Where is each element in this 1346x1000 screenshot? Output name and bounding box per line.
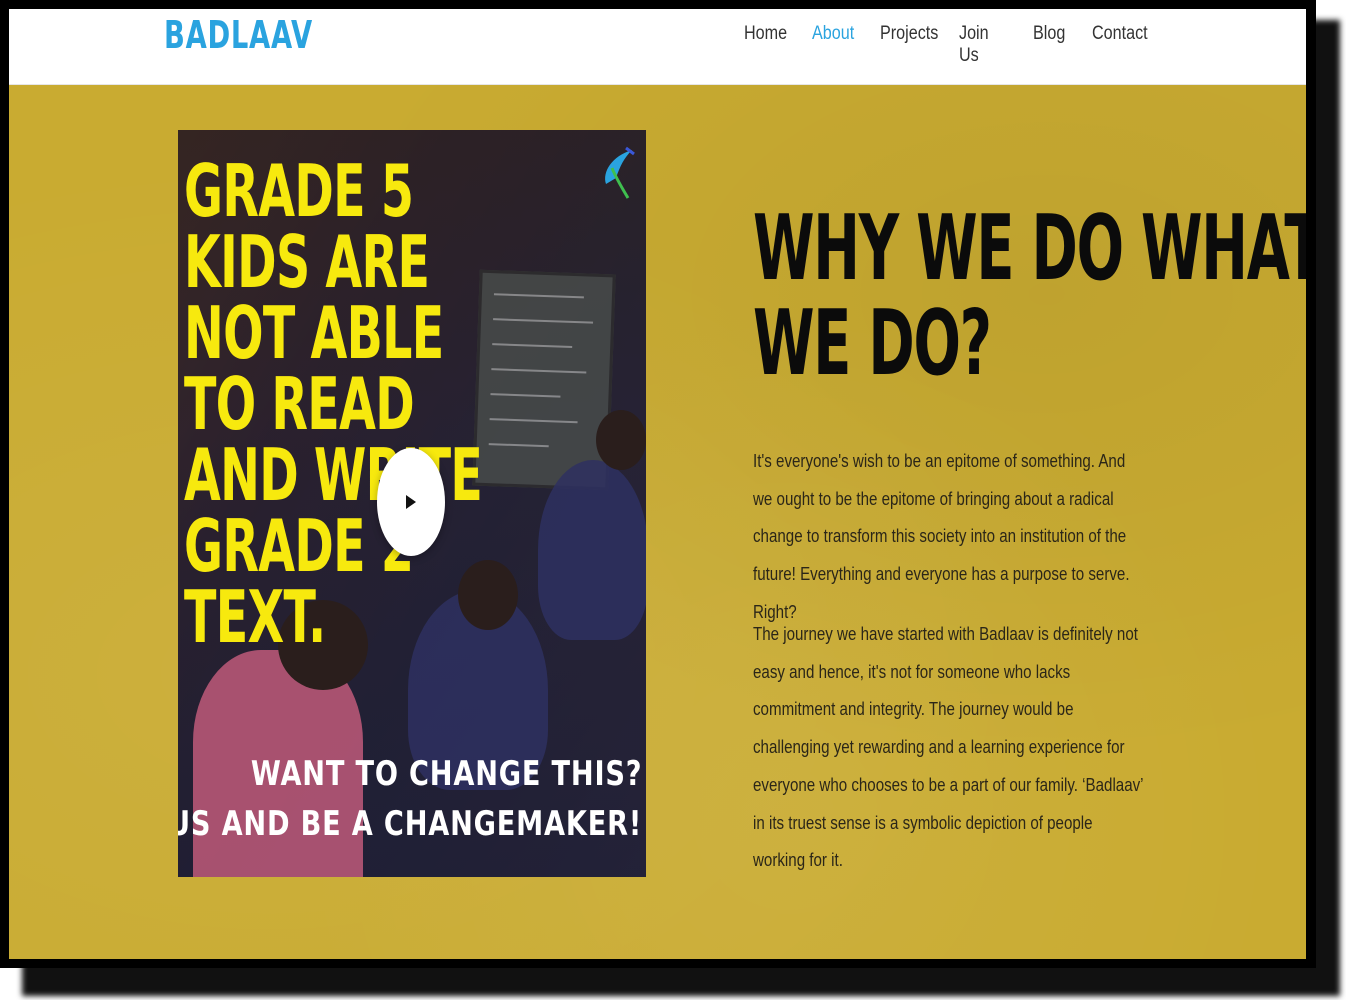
nav-join-us[interactable]: Join Us [959,23,1001,67]
nav-home[interactable]: Home [744,23,800,45]
video-headline: GRADE 5 KIDS ARE NOT ABLE TO READ AND WR… [184,149,483,659]
video-cta-line-2: JOIN US AND BE A CHANGEMAKER! [178,804,642,844]
site-logo[interactable]: BADLAAV [164,13,313,57]
student-image [596,410,646,470]
about-paragraph-1: It's everyone's wish to be an epitome of… [753,451,1130,622]
page: BADLAAV Home About Projects Join Us Blog… [9,9,1306,959]
badlaav-emblem-icon [605,146,635,199]
about-paragraph-2: The journey we have started with Badlaav… [753,624,1143,871]
student-image [538,460,646,640]
window-frame: BADLAAV Home About Projects Join Us Blog… [0,0,1316,968]
nav-contact[interactable]: Contact [1092,23,1160,45]
nav-about[interactable]: About [812,23,867,45]
play-button[interactable] [377,448,445,556]
nav-blog[interactable]: Blog [1033,23,1078,45]
video-cta-line-1: WANT TO CHANGE THIS? [250,754,642,794]
section-title: WHY WE DO WHAT WE DO? [753,196,1306,396]
site-header: BADLAAV Home About Projects Join Us Blog… [9,9,1306,85]
chalkboard-image [472,269,616,491]
video-thumbnail[interactable]: GRADE 5 KIDS ARE NOT ABLE TO READ AND WR… [178,130,646,877]
nav-projects[interactable]: Projects [880,23,951,45]
play-icon [406,495,416,509]
